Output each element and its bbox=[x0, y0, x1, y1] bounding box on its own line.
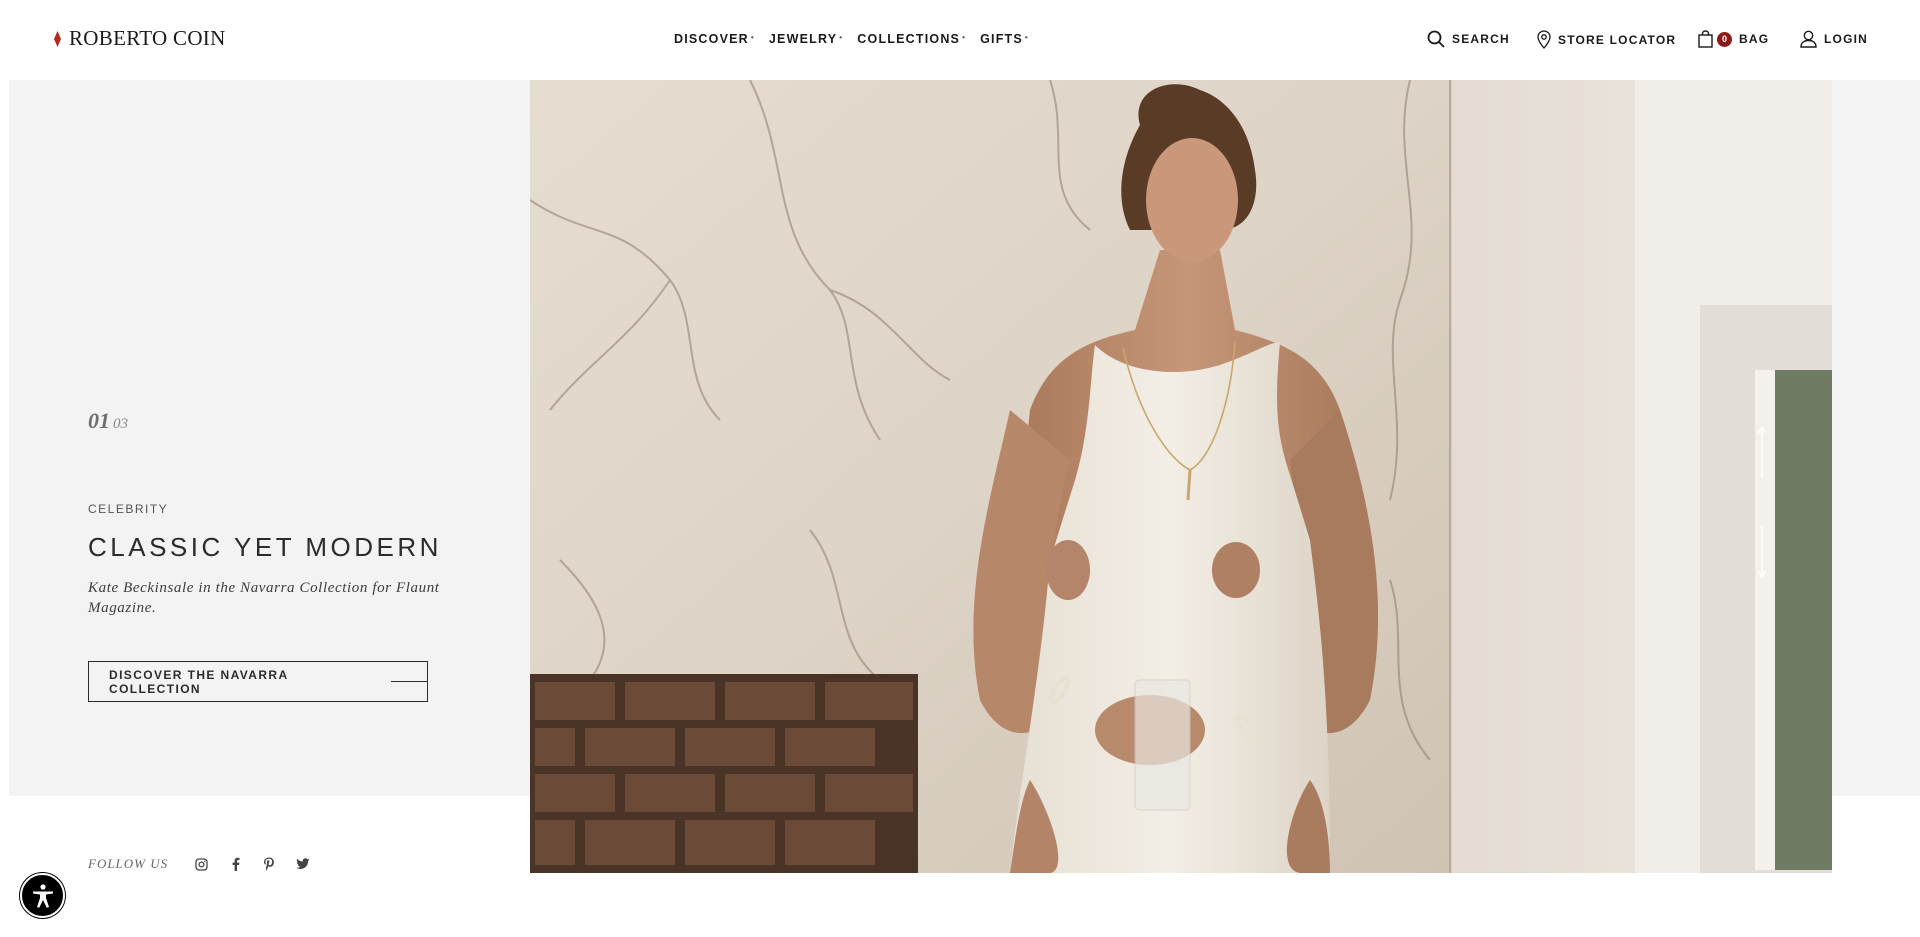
search-button[interactable]: SEARCH bbox=[1427, 30, 1510, 48]
hero-eyebrow: CELEBRITY bbox=[88, 502, 169, 516]
pinterest-icon[interactable] bbox=[260, 855, 278, 873]
nav-item-label: JEWELRY bbox=[768, 32, 838, 46]
brand-logo[interactable]: ROBERTO COIN bbox=[54, 26, 226, 51]
user-icon bbox=[1800, 30, 1817, 48]
nav-item-gifts[interactable]: GIFTS • bbox=[980, 32, 1029, 46]
nav-item-discover[interactable]: DISCOVER • bbox=[674, 32, 755, 46]
dropdown-dot-icon: • bbox=[750, 33, 755, 42]
nav-item-label: DISCOVER bbox=[674, 32, 749, 46]
search-icon bbox=[1427, 30, 1445, 48]
follow-us: FOLLOW US bbox=[88, 855, 328, 873]
login-label: LOGIN bbox=[1824, 32, 1868, 46]
hero-image bbox=[530, 80, 1832, 873]
slide-up-arrow-icon[interactable] bbox=[1757, 425, 1767, 478]
search-label: SEARCH bbox=[1452, 32, 1510, 46]
site-header: ROBERTO COIN DISCOVER • JEWELRY • COLLECTI… bbox=[0, 0, 1920, 80]
main-navigation: DISCOVER • JEWELRY • COLLECTIONS • GIFTS • bbox=[674, 32, 1029, 46]
cta-label: DISCOVER THE NAVARRA COLLECTION bbox=[109, 667, 289, 696]
twitter-icon[interactable] bbox=[294, 855, 312, 873]
discover-collection-button[interactable]: DISCOVER THE NAVARRA COLLECTION bbox=[88, 661, 428, 702]
location-pin-icon bbox=[1537, 30, 1551, 49]
current-slide-number: 01 bbox=[88, 408, 110, 433]
slide-counter: 01 03 bbox=[88, 408, 128, 434]
accessibility-icon bbox=[32, 883, 53, 908]
store-locator-label: STORE LOCATOR bbox=[1558, 32, 1677, 47]
accessibility-button[interactable] bbox=[20, 873, 65, 918]
instagram-icon[interactable] bbox=[192, 855, 210, 873]
dropdown-dot-icon: • bbox=[962, 33, 967, 42]
nav-item-label: COLLECTIONS bbox=[857, 32, 961, 46]
hero-caption: Kate Beckinsale in the Navarra Collectio… bbox=[88, 580, 440, 616]
dropdown-dot-icon: • bbox=[839, 33, 844, 42]
bag-count-badge: 0 bbox=[1717, 31, 1732, 47]
store-locator-link[interactable]: STORE LOCATOR bbox=[1537, 30, 1676, 49]
follow-us-label: FOLLOW US bbox=[88, 856, 169, 871]
hero-title: CLASSIC YET MODERN bbox=[88, 532, 442, 562]
bag-button[interactable]: 0 BAG bbox=[1698, 30, 1769, 48]
login-button[interactable]: LOGIN bbox=[1800, 30, 1868, 48]
nav-item-jewelry[interactable]: JEWELRY • bbox=[769, 32, 843, 46]
ruby-icon bbox=[54, 30, 61, 47]
slide-arrows[interactable] bbox=[1752, 424, 1772, 580]
dropdown-dot-icon: • bbox=[1024, 33, 1029, 42]
bag-label: BAG bbox=[1739, 32, 1770, 46]
facebook-icon[interactable] bbox=[226, 855, 244, 873]
shopping-bag-icon bbox=[1698, 30, 1713, 48]
nav-item-label: GIFTS bbox=[980, 32, 1023, 46]
brand-name: ROBERTO COIN bbox=[69, 26, 226, 50]
arrow-line-icon bbox=[391, 681, 427, 682]
slide-down-arrow-icon[interactable] bbox=[1757, 526, 1767, 579]
total-slides-number: 03 bbox=[113, 416, 128, 432]
nav-item-collections[interactable]: COLLECTIONS • bbox=[857, 32, 966, 46]
